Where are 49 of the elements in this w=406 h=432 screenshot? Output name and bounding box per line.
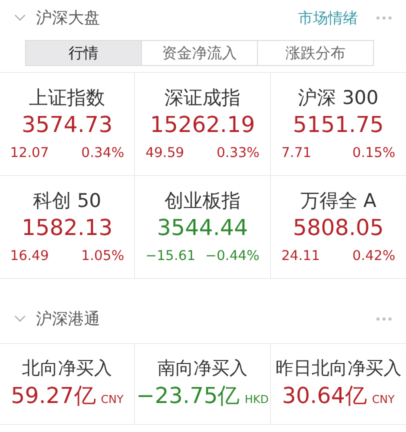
index-name: 上证指数 — [29, 86, 106, 111]
index-value: 15262.19 — [150, 112, 255, 140]
flow-card[interactable]: 南向净买入 −23.75亿 HKD — [135, 344, 271, 425]
change-percent: 0.33% — [216, 145, 260, 161]
change-value: 12.07 — [10, 145, 49, 161]
index-name: 深证成指 — [164, 86, 240, 111]
more-icon[interactable] — [376, 16, 392, 20]
index-card[interactable]: 沪深 300 5151.75 7.71 0.15% — [270, 73, 406, 176]
change-value: −15.61 — [145, 248, 196, 264]
change-value: 16.49 — [10, 248, 49, 264]
change-value: 7.71 — [281, 145, 312, 161]
index-value: 5808.05 — [292, 215, 384, 243]
change-percent: 0.34% — [81, 145, 124, 161]
index-card[interactable]: 万得全 A 5808.05 24.11 0.42% — [270, 176, 406, 279]
section-title: 沪深大盘 — [36, 8, 101, 28]
currency-label: HKD — [244, 393, 269, 406]
index-name: 沪深 300 — [298, 86, 378, 111]
flow-name: 昨日北向净买入 — [275, 357, 402, 381]
change-value: 24.11 — [281, 248, 320, 264]
index-value: 3574.73 — [22, 112, 113, 140]
more-icon[interactable] — [376, 317, 392, 321]
index-card[interactable]: 上证指数 3574.73 12.07 0.34% — [0, 73, 136, 176]
flow-card[interactable]: 北向净买入 59.27亿 CNY — [0, 344, 136, 425]
flow-value: 30.64亿 — [282, 383, 367, 411]
index-card[interactable]: 创业板指 3544.44 −15.61 −0.44% — [135, 176, 271, 279]
index-card[interactable]: 科创 50 1582.13 16.49 1.05% — [0, 176, 136, 279]
currency-label: CNY — [100, 393, 124, 406]
flow-name: 南向净买入 — [157, 357, 248, 381]
index-name: 万得全 A — [300, 189, 376, 214]
index-value: 1582.13 — [22, 215, 113, 243]
flow-name: 北向净买入 — [22, 357, 112, 381]
change-percent: 1.05% — [81, 248, 124, 264]
flow-value: −23.75亿 — [136, 383, 240, 411]
index-name: 科创 50 — [33, 189, 102, 214]
flow-card[interactable]: 昨日北向净买入 30.64亿 CNY — [270, 344, 406, 425]
change-percent: −0.44% — [205, 248, 260, 264]
tab[interactable]: 行情 — [26, 41, 141, 65]
chevron-icon[interactable] — [14, 315, 26, 323]
index-value: 5151.75 — [292, 112, 384, 140]
index-value: 3544.44 — [157, 215, 248, 243]
index-card[interactable]: 深证成指 15262.19 49.59 0.33% — [135, 73, 271, 176]
flow-value: 59.27亿 — [10, 383, 96, 411]
chevron-icon[interactable] — [14, 14, 26, 22]
change-value: 49.59 — [145, 145, 184, 161]
currency-label: CNY — [372, 393, 395, 406]
change-percent: 0.15% — [352, 145, 396, 161]
section-title: 沪深港通 — [36, 308, 101, 330]
change-percent: 0.42% — [352, 248, 396, 264]
index-name: 创业板指 — [164, 189, 240, 214]
